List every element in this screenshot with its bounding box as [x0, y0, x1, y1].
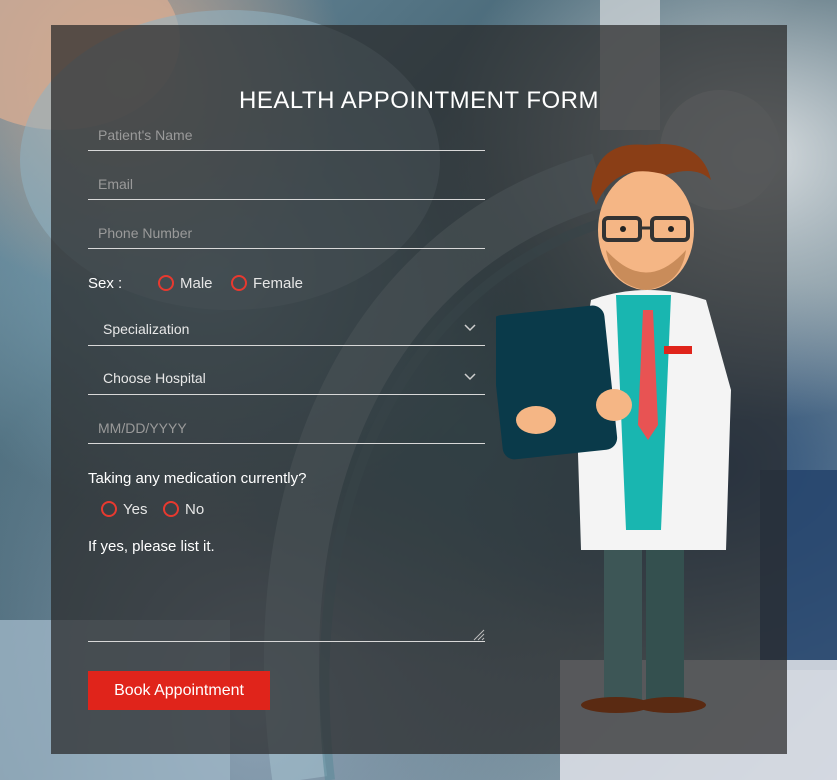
email-input[interactable] [88, 169, 485, 199]
radio-yes[interactable]: Yes [101, 500, 147, 518]
radio-circle-icon[interactable] [231, 275, 247, 292]
chevron-down-icon [464, 373, 476, 381]
radio-circle-icon[interactable] [158, 275, 174, 292]
radio-circle-icon[interactable] [163, 501, 179, 518]
radio-yes-label: Yes [123, 500, 148, 518]
email-field[interactable] [88, 169, 485, 200]
phone-input[interactable] [88, 218, 485, 248]
patient-name-field[interactable] [88, 120, 485, 151]
medication-question: Taking any medication currently? [88, 470, 307, 487]
radio-no[interactable]: No [163, 500, 204, 518]
specialization-label: Specialization [103, 321, 190, 337]
medication-list-textarea[interactable] [88, 574, 485, 642]
book-appointment-button[interactable]: Book Appointment [88, 671, 270, 710]
sex-label: Sex : [88, 275, 123, 292]
date-input[interactable] [88, 413, 485, 443]
doctor-illustration [496, 144, 731, 713]
phone-field[interactable] [88, 218, 485, 249]
resize-handle-icon[interactable] [471, 627, 485, 641]
specialization-select[interactable]: Specialization [88, 315, 485, 346]
medication-list-label: If yes, please list it. [88, 538, 215, 555]
hospital-label: Choose Hospital [103, 370, 206, 386]
radio-no-label: No [185, 500, 205, 518]
patient-name-input[interactable] [88, 120, 485, 150]
date-field[interactable] [88, 413, 485, 444]
radio-female[interactable]: Female [231, 274, 303, 292]
hospital-select[interactable]: Choose Hospital [88, 364, 485, 395]
radio-male-label: Male [180, 274, 213, 292]
chevron-down-icon [464, 324, 476, 332]
form-panel: HEALTH APPOINTMENT FORM Sex : Male Femal… [51, 25, 787, 754]
page-title: HEALTH APPOINTMENT FORM [239, 87, 599, 114]
radio-circle-icon[interactable] [101, 501, 117, 518]
radio-female-label: Female [253, 274, 304, 292]
radio-male[interactable]: Male [158, 274, 213, 292]
